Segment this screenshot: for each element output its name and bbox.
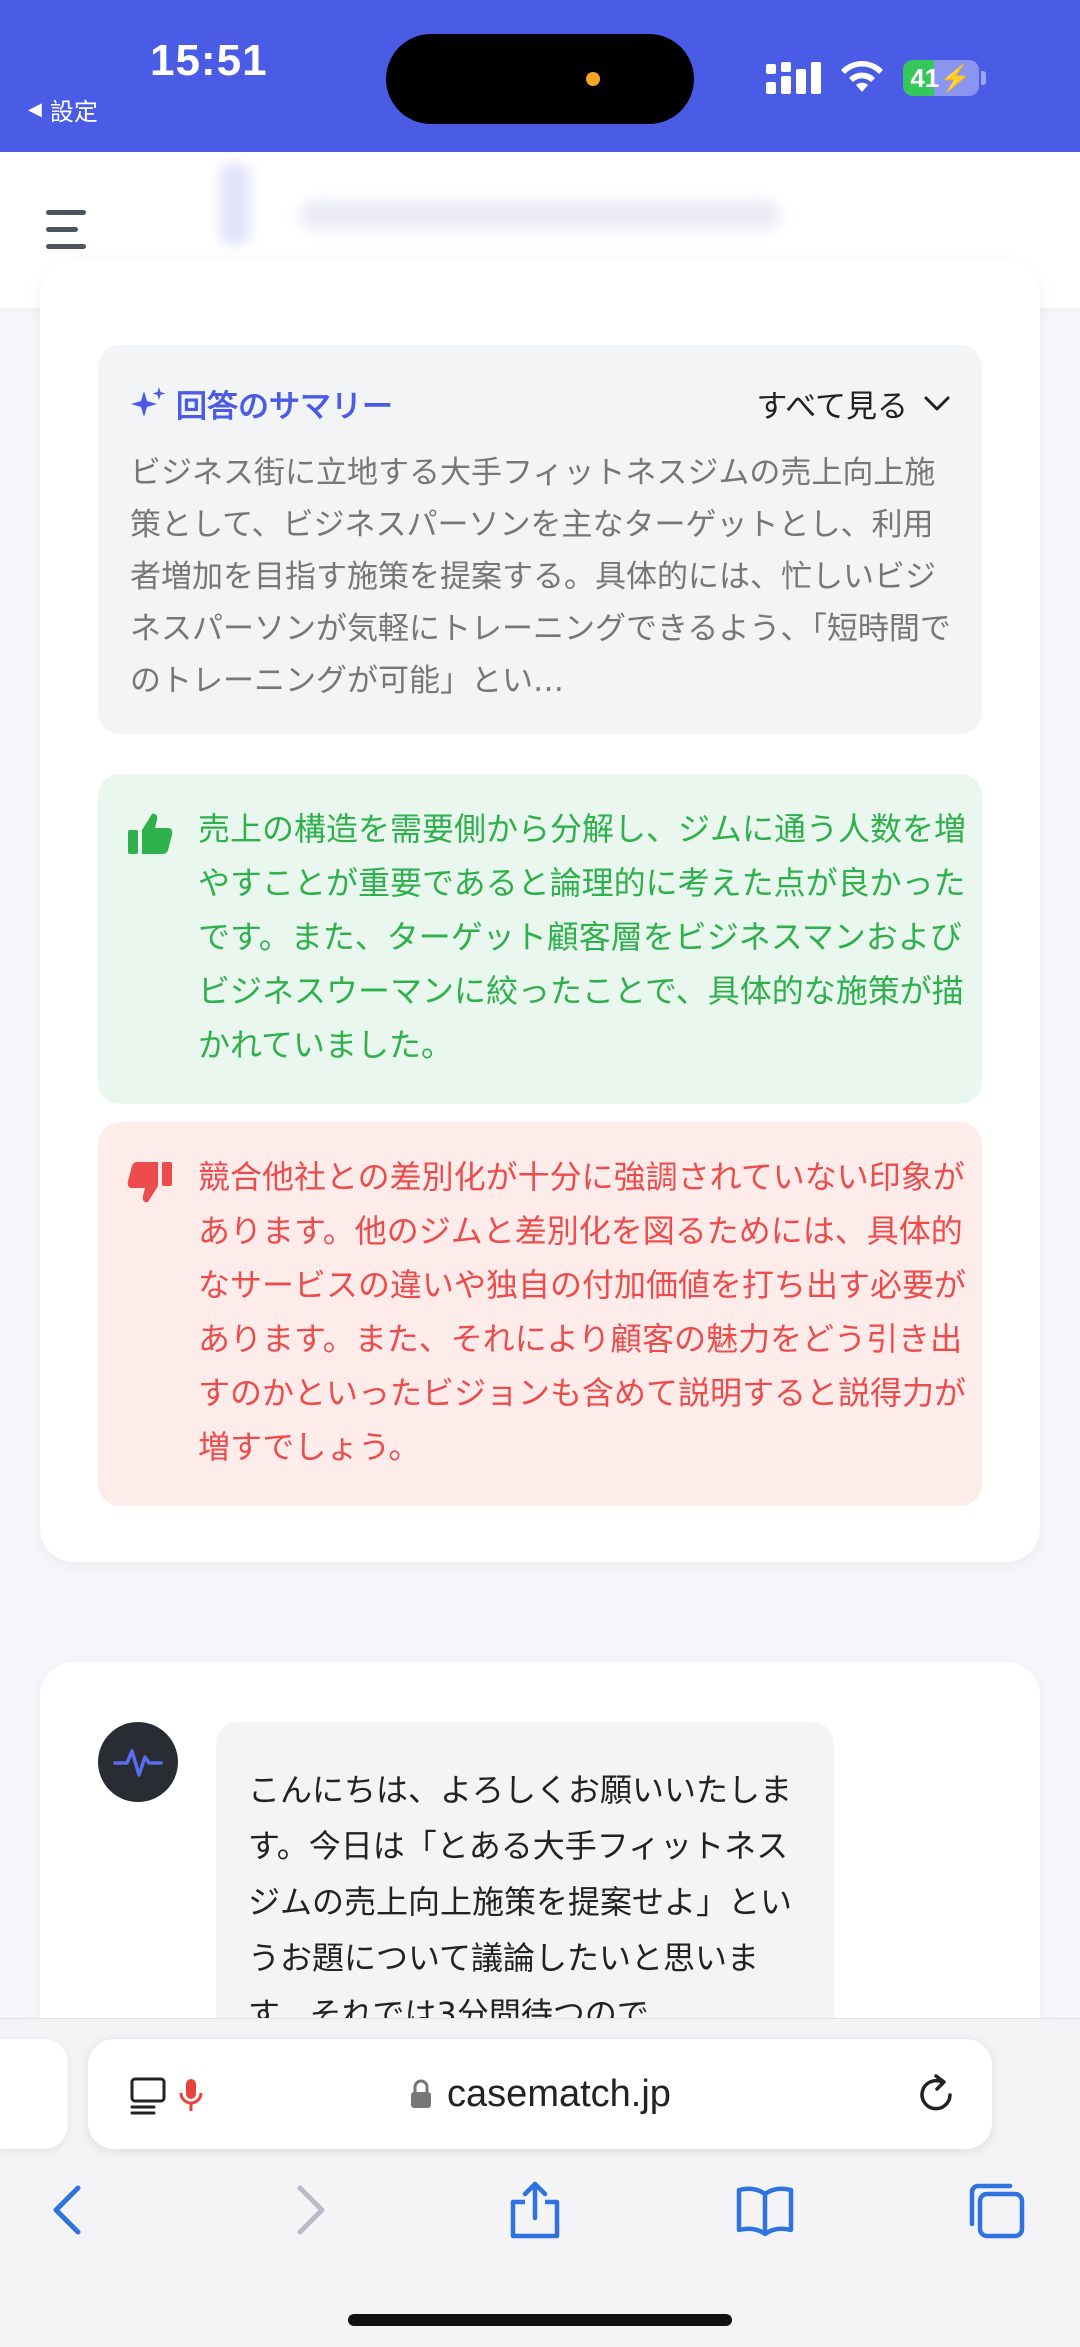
wifi-icon [841,61,883,92]
good-point-text: 売上の構造を需要側から分解し、ジムに通う人数を増やすことが重要であると論理的に考… [198,810,967,1064]
chevron-down-icon [924,396,950,410]
see-all-button[interactable]: すべて見る [756,381,952,426]
dynamic-island [386,34,694,124]
sparkle-icon [131,386,166,417]
forward-icon[interactable] [278,2180,338,2240]
share-icon[interactable] [505,2180,565,2240]
thumbs-up-icon [128,813,173,854]
address-bar[interactable]: casematch.jp [88,2039,992,2149]
back-to-settings-label: 設定 [49,98,98,126]
feedback-card: 回答のサマリー すべて見る ビジネス街に立地する大手フィットネスジムの売上向上施… [40,260,1040,1562]
blurred-logo [220,164,250,244]
privacy-indicator-dot [586,72,600,86]
battery-icon: 41⚡ [903,60,979,96]
hamburger-menu-icon[interactable] [46,210,90,250]
status-bar: 15:51 ◀ 設定 41⚡ [0,0,1080,152]
previous-tab-peek[interactable] [0,2039,68,2149]
tabs-icon[interactable] [966,2180,1026,2240]
url-display[interactable]: casematch.jp [88,2039,992,2149]
lock-icon [411,2079,432,2108]
good-point-box: 売上の構造を需要側から分解し、ジムに通う人数を増やすことが重要であると論理的に考… [98,774,982,1104]
url-text: casematch.jp [447,2072,671,2115]
blurred-header-text [300,202,780,228]
answer-summary-box: 回答のサマリー すべて見る ビジネス街に立地する大手フィットネスジムの売上向上施… [98,345,982,734]
summary-title: 回答のサマリー [130,381,393,426]
see-all-label: すべて見る [756,389,908,425]
chat-message-text: こんにちは、よろしくお願いいたします。今日は「とある大手フィットネスジムの売上向… [248,1771,793,2033]
pulse-icon [113,1749,163,1777]
back-to-settings-link[interactable]: ◀ 設定 [28,92,98,127]
avatar [98,1722,178,1802]
bookmarks-icon[interactable] [735,2180,795,2240]
back-triangle-icon: ◀ [28,99,42,120]
summary-title-label: 回答のサマリー [176,389,393,425]
cellular-signal-icon [766,62,821,94]
bad-point-text: 競合他社との差別化が十分に強調されていない印象があります。他のジムと差別化を図る… [198,1158,967,1466]
battery-label: 41⚡ [910,63,972,93]
summary-text: ビジネス街に立地する大手フィットネスジムの売上向上施策として、ビジネスパーソンを… [130,455,951,699]
home-indicator[interactable] [348,2314,732,2326]
thumbs-down-icon [127,1162,172,1203]
battery-nub [981,71,986,85]
reload-icon[interactable] [914,2073,958,2117]
bad-point-box: 競合他社との差別化が十分に強調されていない印象があります。他のジムと差別化を図る… [98,1122,982,1506]
back-icon[interactable] [40,2180,100,2240]
status-time: 15:51 [150,36,268,85]
